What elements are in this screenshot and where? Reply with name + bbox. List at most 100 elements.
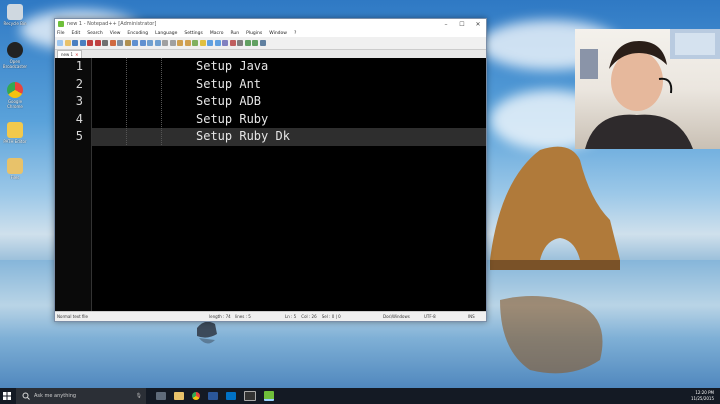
zoom-in-icon[interactable] [162, 40, 168, 46]
notepadpp-window: new 1 - Notepad++ [Administrator] – ☐ ✕ … [54, 18, 487, 322]
code-line[interactable]: Setup Ruby [92, 111, 486, 129]
file-explorer-icon[interactable] [174, 392, 184, 400]
menu-help[interactable]: ? [294, 31, 296, 36]
status-encoding: UTF-8 [424, 314, 436, 319]
chrome-taskbar-icon[interactable] [192, 392, 200, 400]
print-icon[interactable] [102, 40, 108, 46]
desktop-icon-label: Files [10, 175, 20, 180]
cortana-search-box[interactable]: Ask me anything 🎙 [16, 388, 146, 404]
title-bar[interactable]: new 1 - Notepad++ [Administrator] – ☐ ✕ [55, 19, 486, 29]
status-lines: lines : 5 [235, 314, 251, 319]
code-area[interactable]: Setup Java Setup Ant Setup ADB Setup Rub… [92, 58, 486, 311]
task-view-icon[interactable] [156, 392, 166, 400]
clock-date: 11/25/2015 [690, 396, 714, 401]
desktop-icon-path-editor[interactable]: PATH Editor [0, 122, 30, 144]
menu-language[interactable]: Language [155, 31, 177, 36]
tab-bar: new 1 ✕ [55, 50, 486, 58]
outlook-icon[interactable] [226, 392, 236, 400]
save-all-icon[interactable] [79, 40, 86, 46]
menu-encoding[interactable]: Encoding [127, 31, 148, 36]
notepadpp-taskbar-icon[interactable] [264, 391, 274, 401]
search-icon [22, 392, 30, 400]
desktop-icon-files[interactable]: Files [0, 158, 30, 180]
menu-file[interactable]: File [57, 31, 65, 36]
find-icon[interactable] [147, 40, 153, 46]
menu-view[interactable]: View [110, 31, 121, 36]
windows-icon [3, 392, 11, 400]
cut-icon[interactable] [109, 40, 116, 46]
start-button[interactable] [0, 388, 14, 404]
desktop-icon-label: Open Broadcaster [2, 59, 28, 69]
line-number-gutter: 1 2 3 4 5 [55, 58, 92, 311]
desktop-icon-label: PATH Editor [3, 139, 27, 144]
doc-map-icon[interactable] [222, 40, 228, 46]
minimize-icon[interactable]: – [438, 21, 454, 28]
run-macro-multiple-icon[interactable] [252, 40, 258, 46]
system-clock[interactable]: 12:20 PM 11/25/2015 [691, 390, 714, 402]
menu-bar: File Edit Search View Encoding Language … [55, 29, 486, 37]
code-line[interactable]: Setup Java [92, 58, 486, 76]
toolbar [55, 37, 486, 50]
notepadpp-icon [58, 21, 64, 27]
undo-icon[interactable] [132, 40, 138, 46]
all-chars-icon[interactable] [199, 40, 206, 46]
menu-settings[interactable]: Settings [184, 31, 202, 36]
code-line[interactable]: Setup Ant [92, 76, 486, 94]
wrap-icon[interactable] [192, 40, 198, 46]
word-icon[interactable] [208, 392, 218, 400]
new-file-icon[interactable] [57, 40, 63, 46]
sync-v-icon[interactable] [177, 40, 183, 46]
indent-guide [161, 58, 162, 145]
chrome-icon [7, 82, 23, 98]
close-file-icon[interactable] [87, 40, 93, 46]
webcam-person [580, 29, 720, 149]
menu-plugins[interactable]: Plugins [246, 31, 262, 36]
redo-icon[interactable] [139, 40, 146, 46]
rock-arch [490, 146, 620, 374]
microphone-icon[interactable]: 🎙 [136, 393, 142, 399]
obs-taskbar-icon[interactable] [244, 391, 256, 401]
line-number: 4 [75, 111, 83, 126]
play-macro-icon[interactable] [244, 40, 251, 46]
window-title: new 1 - Notepad++ [Administrator] [67, 21, 157, 27]
indent-guide-icon[interactable] [207, 40, 213, 46]
desktop-icon-label: Recycle Bin [3, 21, 27, 26]
desktop-icon-chrome[interactable]: Google Chrome [0, 82, 30, 109]
copy-icon[interactable] [117, 40, 123, 46]
line-number: 3 [75, 94, 83, 108]
menu-window[interactable]: Window [269, 31, 287, 36]
save-icon[interactable] [72, 40, 78, 46]
stop-macro-icon[interactable] [237, 40, 243, 46]
code-line[interactable]: Setup ADB [92, 93, 486, 111]
obs-icon [7, 42, 23, 58]
menu-run[interactable]: Run [230, 31, 239, 36]
editor[interactable]: 1 2 3 4 5 Setup Java Setup Ant Setup ADB… [55, 58, 486, 311]
maximize-icon[interactable]: ☐ [454, 21, 470, 28]
line-number: 2 [75, 76, 83, 91]
tab-close-icon[interactable]: ✕ [75, 52, 78, 57]
status-filetype: Normal text file [57, 314, 89, 319]
desktop-icon-recycle-bin[interactable]: Recycle Bin [0, 4, 30, 26]
save-macro-icon[interactable] [259, 40, 266, 46]
menu-search[interactable]: Search [87, 31, 102, 36]
replace-icon[interactable] [154, 40, 161, 46]
sync-h-icon[interactable] [184, 40, 191, 46]
tab-label: new 1 [61, 52, 74, 57]
record-macro-icon[interactable] [229, 40, 236, 46]
status-length: length : 74 [209, 314, 231, 319]
desktop-icon-obs[interactable]: Open Broadcaster [0, 42, 30, 69]
tab-new-1[interactable]: new 1 ✕ [57, 50, 83, 58]
close-icon[interactable]: ✕ [470, 21, 486, 28]
zoom-out-icon[interactable] [169, 40, 176, 46]
path-editor-icon [7, 122, 23, 138]
lang-icon[interactable] [214, 40, 221, 46]
open-file-icon[interactable] [64, 40, 71, 46]
menu-macro[interactable]: Macro [210, 31, 224, 36]
paste-icon[interactable] [124, 40, 131, 46]
code-line-active[interactable]: Setup Ruby Dk [92, 128, 486, 146]
status-bar: Normal text file length : 74 lines : 5 L… [55, 311, 486, 321]
desktop-icon-label: Google Chrome [7, 99, 23, 109]
menu-edit[interactable]: Edit [72, 31, 81, 36]
status-mode: INS [468, 314, 475, 319]
close-all-icon[interactable] [94, 40, 101, 46]
